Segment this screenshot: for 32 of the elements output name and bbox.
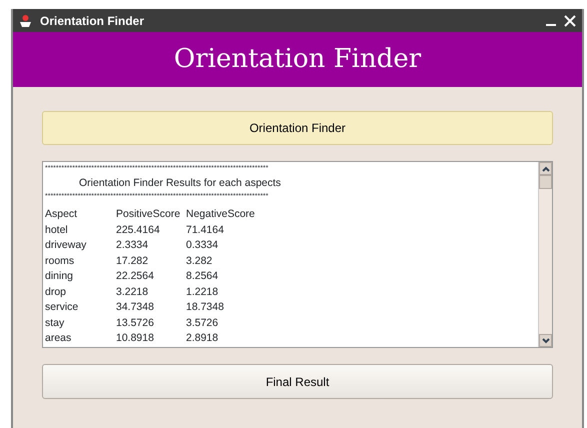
window-title: Orientation Finder	[40, 12, 144, 30]
table-cell-text: rooms	[45, 254, 76, 268]
table-cell-text: 3.5726	[186, 316, 218, 330]
table-cell-text: 225.4164	[116, 222, 161, 238]
table-cell-text: 2.3334	[116, 238, 150, 253]
table-cell-text: dining	[45, 269, 74, 284]
table-cell-text: 18.7348	[186, 300, 224, 315]
table-cell-text: 13.5726	[116, 316, 155, 330]
table-cell-text: 3.2218	[116, 284, 150, 300]
table-cell-text: hotel	[45, 222, 69, 238]
table-cell-text: driveway	[45, 238, 88, 253]
table-cell-text: 71.4164	[186, 222, 224, 238]
column-header: NegativeScore	[186, 207, 255, 222]
orientation-finder-button[interactable]: Orientation Finder	[42, 111, 553, 145]
table-cell-text: areas	[45, 331, 72, 346]
banner-title: Orientation Finder	[174, 43, 422, 76]
table-cell-text: service	[45, 300, 80, 315]
table-cell-text: 17.282	[116, 254, 150, 268]
results-heading: Orientation Finder Results for each aspects	[78, 176, 282, 191]
final-result-button[interactable]: Final Result	[42, 364, 553, 399]
table-cell-text: 1.2218	[186, 284, 218, 300]
table-cell-text: 8.2564	[186, 269, 218, 284]
table-cell-text: 22.2564	[116, 269, 155, 284]
table-cell-text: stay	[45, 316, 66, 330]
table-cell-text: 10.8918	[116, 331, 155, 346]
table-cell-text: drop	[45, 284, 68, 300]
column-header: PositiveScore	[116, 207, 182, 222]
table-cell-text: 3.282	[186, 254, 212, 268]
table-cell-text: 0.3334	[186, 238, 218, 253]
table-cell-text: 34.7348	[116, 300, 155, 315]
table-cell-text: 2.8918	[186, 331, 218, 346]
column-header: Aspect	[45, 207, 78, 222]
